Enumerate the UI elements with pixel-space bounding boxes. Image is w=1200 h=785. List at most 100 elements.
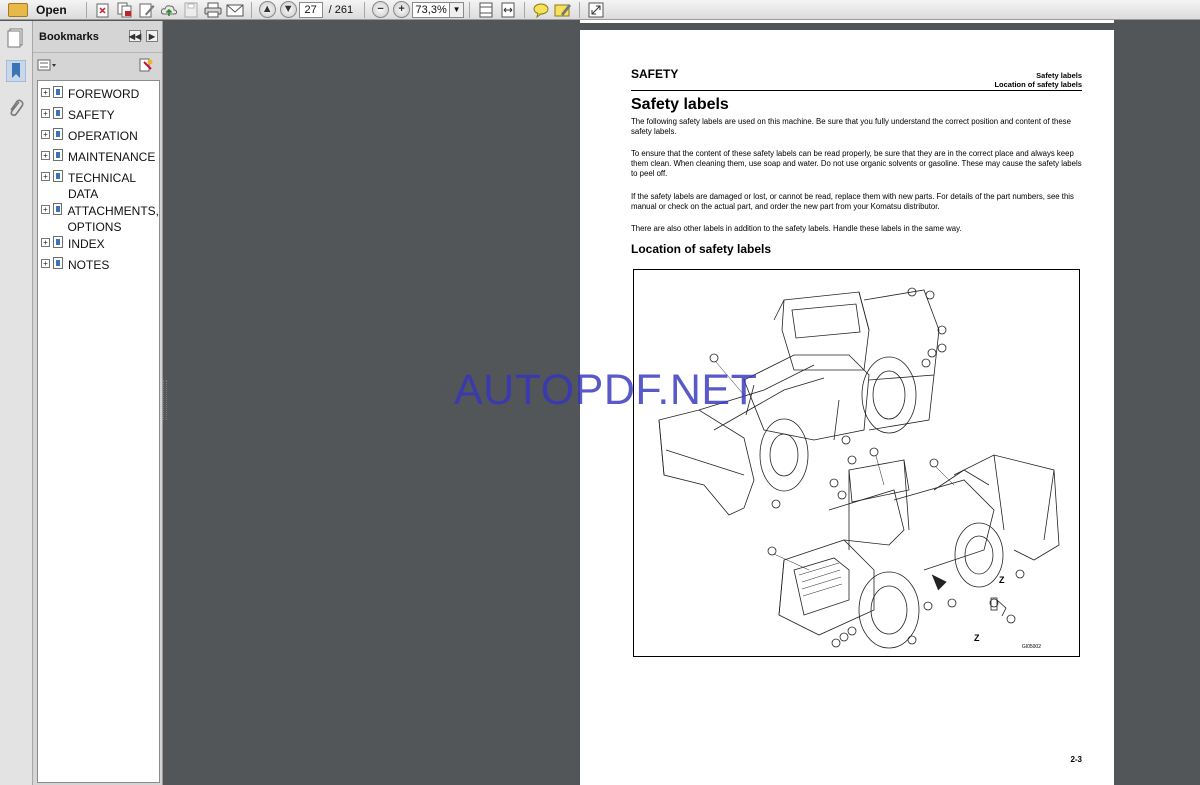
bookmarks-toolbar [33,53,162,78]
bookmark-notes[interactable]: + NOTES [38,256,159,277]
toolbar-separator [364,1,366,18]
bookmark-label: MAINTENANCE [68,150,156,164]
toolbar-separator [250,1,252,18]
expand-plus-icon[interactable]: + [41,109,50,118]
bookmark-icon [53,107,63,119]
open-folder-icon[interactable] [8,2,28,17]
view-label: Z [974,633,980,643]
double-chevron-left-icon: ◀◀ [128,31,142,41]
bookmark-label-line: OPTIONS [67,220,122,234]
print-button[interactable] [204,1,222,19]
save-button[interactable] [182,1,200,19]
speech-bubble-icon [533,3,549,18]
edit-pdf-button[interactable] [138,1,156,19]
zoom-input[interactable]: 73,3% [412,1,451,18]
combine-files-button[interactable] [116,1,134,19]
bookmarks-title: Bookmarks [39,30,99,43]
navigation-pane [0,21,33,785]
figure-code: GI05002 [1021,644,1041,650]
create-pdf-icon [96,3,109,17]
arrow-up-icon: ▲ [258,1,276,18]
create-pdf-button[interactable] [94,1,112,19]
bookmark-attachments-options[interactable]: + ATTACHMENTS, OPTIONS [38,202,159,235]
cloud-upload-icon [160,4,177,16]
fit-page-button[interactable] [477,1,495,19]
expand-plus-icon[interactable]: + [41,172,50,181]
zoom-dropdown-button[interactable]: ▼ [450,1,465,18]
bookmark-label-line: DATA [68,187,99,201]
expand-plus-icon[interactable]: + [41,205,50,214]
expand-arrows-icon [588,2,604,17]
arrow-down-icon: ▼ [279,1,297,18]
section-title: SAFETY [631,67,679,81]
open-button[interactable]: Open [36,3,67,17]
bookmark-icon [53,86,63,98]
bookmark-technical-data[interactable]: + TECHNICAL DATA [38,169,159,202]
subheading: Location of safety labels [631,242,772,256]
loader-diagram: Z Z GI05002 [633,269,1080,657]
expand-button[interactable] [587,1,605,19]
view-label: Z [999,575,1005,585]
fit-width-button[interactable] [499,1,517,19]
bookmark-index[interactable]: + INDEX [38,235,159,256]
bookmarks-panel: Bookmarks ◀◀ ▶ + FOREWORD + SAFETY + OPERAT… [33,21,163,785]
bookmark-label: TECHNICAL DATA [68,170,136,202]
page-total: / 261 [328,3,354,16]
zoom-in-button[interactable]: + [393,1,411,19]
bookmark-icon [53,236,63,248]
expand-plus-icon[interactable]: + [41,130,50,139]
plus-icon: + [393,1,411,18]
bookmark-maintenance[interactable]: + MAINTENANCE [38,148,159,169]
expand-plus-icon[interactable]: + [41,238,50,247]
bookmark-label: INDEX [68,237,105,251]
page-thumbnails-icon[interactable] [6,27,26,49]
running-header: Safety labels [1036,71,1082,80]
bookmark-options-icon[interactable] [37,59,57,71]
panel-splitter[interactable] [163,380,167,420]
bookmarks-panel-icon[interactable] [6,60,26,82]
bookmark-icon [53,257,63,269]
previous-page-edge [580,20,1114,24]
chevron-down-icon: ▼ [452,5,461,14]
toolbar-separator [85,1,87,18]
toolbar-separator [579,1,581,18]
bookmark-icon [53,149,63,161]
previous-page-button[interactable]: ▲ [258,1,276,19]
bookmark-foreword[interactable]: + FOREWORD [38,85,159,106]
email-button[interactable] [226,1,244,19]
panel-menu-button[interactable]: ▶ [146,30,158,42]
page-heading: Safety labels [631,96,729,113]
comment-button[interactable] [532,1,550,19]
expand-plus-icon[interactable]: + [41,151,50,160]
toolbar-separator [524,1,526,18]
edit-pencil-icon [139,3,155,17]
page-number-input[interactable]: 27 [298,1,323,18]
envelope-icon [226,4,244,16]
printer-icon [204,2,222,17]
paragraph: The following safety labels are used on … [631,117,1071,136]
main-toolbar: Open ▲ ▼ 27 / 261 − + 73,3% ▼ [0,0,1200,20]
chevron-right-icon: ▶ [148,31,156,41]
watermark: AUTOPDF.NET [454,366,758,414]
highlighter-icon [554,3,572,16]
bookmark-icon [52,203,63,215]
next-page-button[interactable]: ▼ [279,1,297,19]
bookmark-safety[interactable]: + SAFETY [38,106,159,127]
upload-button[interactable] [160,1,178,19]
new-bookmark-icon[interactable] [139,58,153,72]
fit-page-icon [479,2,493,17]
expand-plus-icon[interactable]: + [41,88,50,97]
bookmark-label-line: TECHNICAL [68,171,137,185]
bookmarks-header: Bookmarks ◀◀ ▶ [33,21,162,53]
expand-plus-icon[interactable]: + [41,259,50,268]
paragraph: There are also other labels in addition … [631,224,962,233]
collapse-panel-button[interactable]: ◀◀ [129,30,141,42]
bookmark-operation[interactable]: + OPERATION [38,127,159,148]
attachments-paperclip-icon[interactable] [6,97,26,119]
bookmark-icon [53,170,63,182]
zoom-out-button[interactable]: − [372,1,390,19]
header-rule [631,90,1082,91]
highlight-button[interactable] [554,1,572,19]
page-number: 2-3 [1070,755,1082,764]
fit-width-icon [501,2,515,17]
